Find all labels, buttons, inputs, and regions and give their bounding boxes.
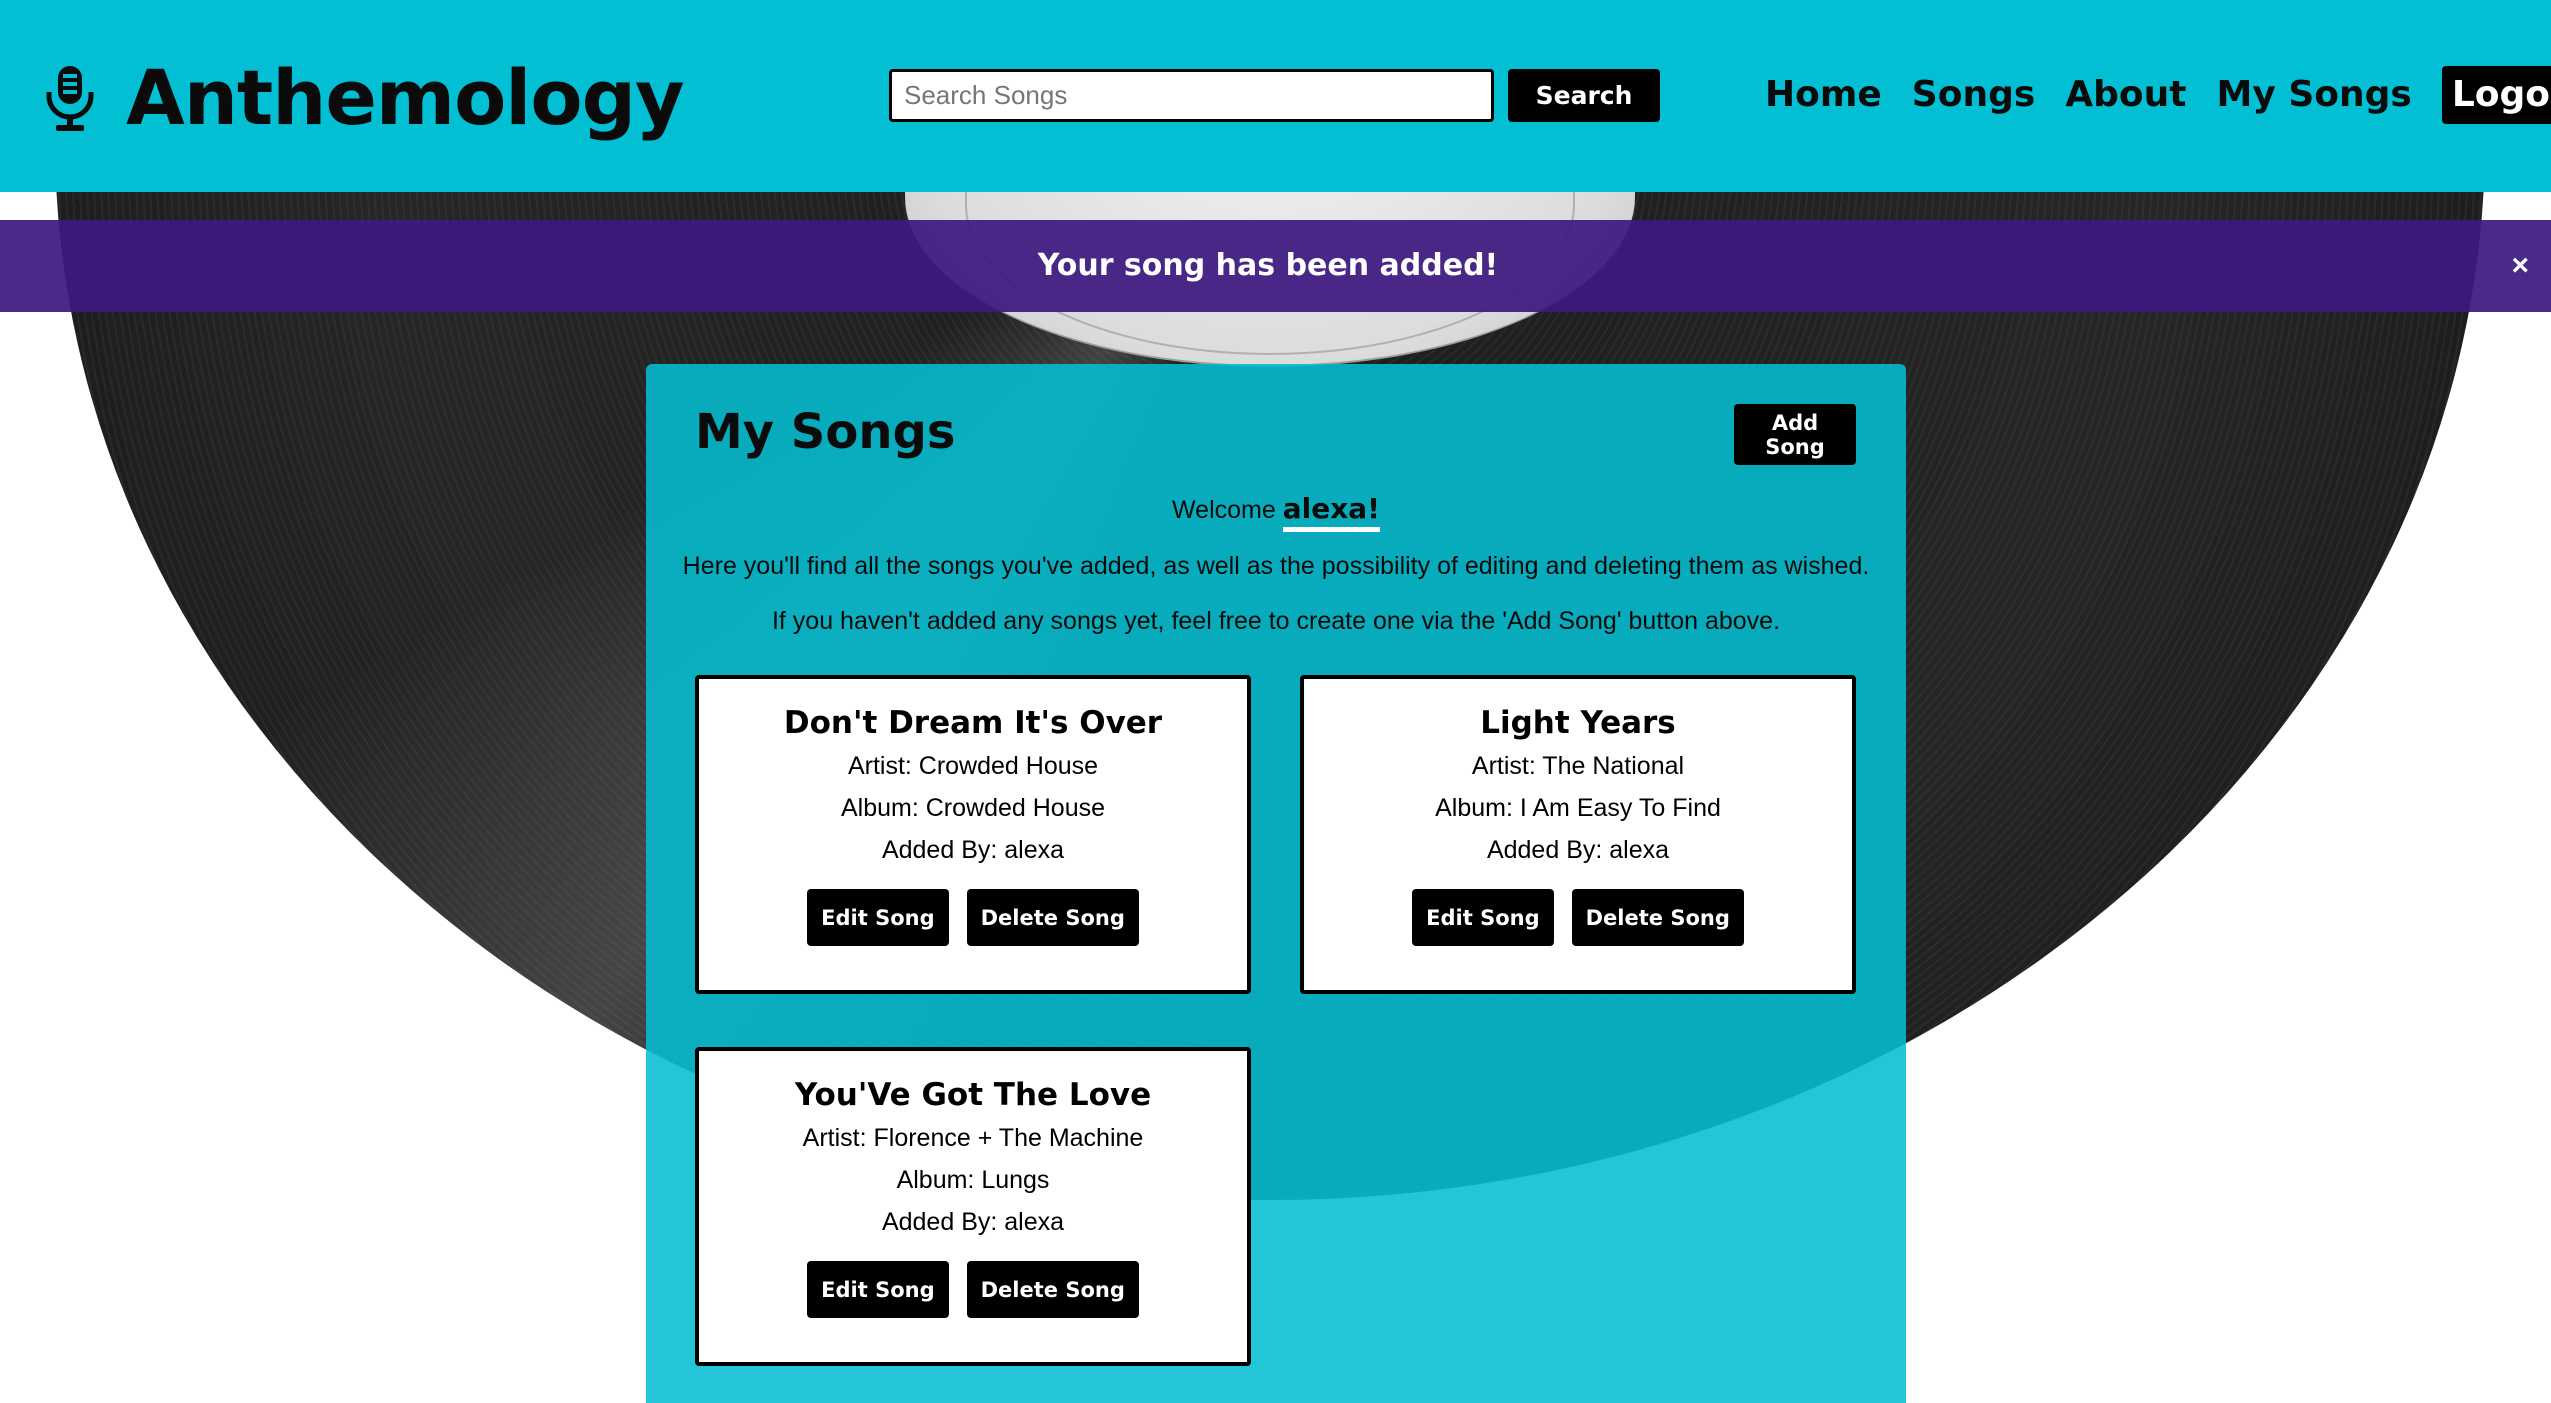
edit-song-button[interactable]: Edit Song — [807, 1261, 949, 1318]
song-actions: Edit Song Delete Song — [699, 889, 1247, 946]
song-album: Album: Lungs — [896, 1166, 1050, 1194]
song-artist: Artist: Florence + The Machine — [802, 1124, 1144, 1152]
delete-song-button[interactable]: Delete Song — [1571, 889, 1744, 946]
edit-song-button[interactable]: Edit Song — [1412, 889, 1554, 946]
delete-song-button[interactable]: Delete Song — [966, 889, 1139, 946]
song-added-by: Added By: alexa — [1486, 836, 1670, 864]
welcome-username: alexa! — [1282, 492, 1380, 532]
page-title: My Songs — [695, 404, 956, 460]
site-header: Anthemology Search Home Songs About My S… — [0, 0, 2551, 192]
add-song-button[interactable]: Add Song — [1734, 404, 1856, 465]
song-card: Don't Dream It's Over Artist: Crowded Ho… — [695, 675, 1251, 994]
song-album: Album: I Am Easy To Find — [1435, 794, 1721, 822]
search-input[interactable] — [889, 69, 1494, 122]
delete-song-button[interactable]: Delete Song — [966, 1261, 1139, 1318]
song-title: Don't Dream It's Over — [783, 705, 1163, 741]
my-songs-panel: My Songs Add Song Welcome alexa! Here yo… — [646, 364, 1906, 1403]
nav-my-songs-link[interactable]: My Songs — [2217, 66, 2412, 124]
song-artist: Artist: The National — [1471, 752, 1685, 780]
song-actions: Edit Song Delete Song — [1304, 889, 1852, 946]
song-card: You'Ve Got The Love Artist: Florence + T… — [695, 1047, 1251, 1366]
flash-message-text: Your song has been added! — [1037, 248, 1499, 283]
intro-text-line-1: Here you'll find all the songs you've ad… — [682, 552, 1870, 580]
flash-message: Your song has been added! × — [0, 220, 2551, 312]
song-artist: Artist: Crowded House — [847, 752, 1099, 780]
edit-song-button[interactable]: Edit Song — [807, 889, 949, 946]
song-album: Album: Crowded House — [840, 794, 1105, 822]
welcome-prefix: Welcome — [1172, 496, 1276, 524]
song-added-by: Added By: alexa — [881, 836, 1065, 864]
song-added-by: Added By: alexa — [881, 1208, 1065, 1236]
song-card: Light Years Artist: The National Album: … — [1300, 675, 1856, 994]
nav-home-link[interactable]: Home — [1765, 66, 1882, 124]
search-button[interactable]: Search — [1508, 69, 1660, 122]
nav-logout-button[interactable]: Logout — [2441, 66, 2551, 124]
nav-about-link[interactable]: About — [2065, 66, 2186, 124]
intro-text-line-2: If you haven't added any songs yet, feel… — [771, 607, 1781, 635]
nav-songs-link[interactable]: Songs — [1912, 66, 2036, 124]
close-icon[interactable]: × — [2511, 220, 2529, 312]
song-title: You'Ve Got The Love — [794, 1077, 1152, 1113]
main-nav: Home Songs About My Songs Logout — [1765, 66, 2551, 124]
song-title: Light Years — [1480, 705, 1676, 741]
welcome-message: Welcome alexa! — [646, 492, 1906, 532]
microphone-icon — [46, 66, 94, 131]
brand-logo-text[interactable]: Anthemology — [126, 50, 685, 146]
song-actions: Edit Song Delete Song — [699, 1261, 1247, 1318]
